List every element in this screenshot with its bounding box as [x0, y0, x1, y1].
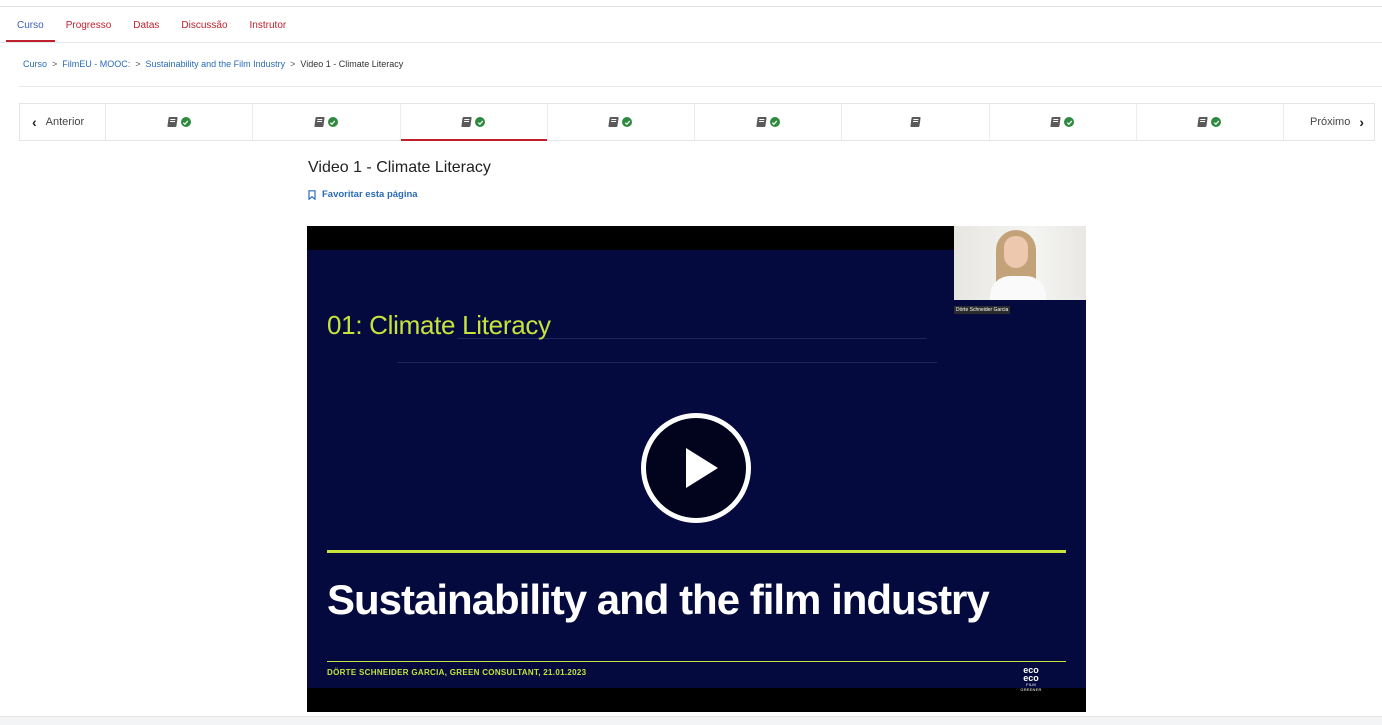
- breadcrumb-current: Video 1 - Climate Literacy: [300, 59, 404, 69]
- sequence-items: [106, 104, 1284, 141]
- slide-faint-line: [457, 338, 927, 339]
- book-icon: [1197, 117, 1209, 127]
- slide-title: Sustainability and the film industry: [327, 576, 990, 623]
- next-button[interactable]: Próximo ›: [1284, 104, 1374, 140]
- course-tabs: Curso Progresso Datas Discussão Instruto…: [6, 8, 297, 42]
- video-player[interactable]: 01: Climate Literacy Sustainability and …: [307, 226, 1086, 712]
- check-icon: [327, 117, 338, 127]
- logo-text-bottom: eco: [1023, 673, 1039, 683]
- tab-progresso[interactable]: Progresso: [55, 8, 123, 42]
- check-icon: [180, 117, 191, 127]
- sequence-item[interactable]: [548, 104, 695, 140]
- presenter-face: [1004, 236, 1028, 268]
- tab-curso[interactable]: Curso: [6, 8, 55, 42]
- webcam-name-label: Dörte Schneider Garcia: [954, 306, 1011, 314]
- slide-heading: 01: Climate Literacy: [327, 310, 551, 340]
- check-icon: [1211, 117, 1222, 127]
- breadcrumb: Curso > FilmEU - MOOC: > Sustainability …: [23, 59, 403, 69]
- presenter-webcam: [954, 226, 1086, 300]
- ecoeco-logo: eco eco FILM GREENER: [1019, 666, 1043, 693]
- breadcrumb-course[interactable]: Curso: [23, 59, 47, 69]
- top-bar: [0, 0, 1382, 7]
- tab-discussao[interactable]: Discussão: [170, 8, 238, 42]
- next-label: Próximo: [1309, 116, 1351, 128]
- sequence-item[interactable]: [990, 104, 1137, 140]
- tab-instrutor[interactable]: Instrutor: [239, 8, 298, 42]
- slide-faint-line: [397, 362, 937, 363]
- book-icon: [166, 117, 178, 127]
- sequence-item[interactable]: [695, 104, 843, 140]
- check-icon: [769, 117, 780, 127]
- breadcrumb-subsection[interactable]: Sustainability and the Film Industry: [146, 59, 286, 69]
- bookmark-label: Favoritar esta página: [322, 189, 418, 200]
- breadcrumb-section[interactable]: FilmEU - MOOC:: [62, 59, 130, 69]
- bottom-bar: [0, 716, 1382, 725]
- sequence-item[interactable]: [842, 104, 990, 140]
- play-icon[interactable]: [641, 413, 751, 523]
- book-icon: [314, 117, 325, 127]
- chevron-left-icon: ‹: [32, 114, 37, 130]
- breadcrumb-separator: >: [52, 59, 58, 69]
- previous-label: Anterior: [45, 116, 85, 128]
- breadcrumb-separator: >: [135, 59, 141, 69]
- slide-divider: [327, 550, 1066, 553]
- bookmark-icon: [308, 189, 316, 200]
- book-icon: [755, 117, 767, 127]
- check-icon: [622, 117, 633, 127]
- presenter-body: [990, 276, 1046, 300]
- bookmark-button[interactable]: Favoritar esta página: [308, 189, 418, 200]
- sequence-item[interactable]: [1137, 104, 1284, 140]
- logo-small-text: FILM GREENER: [1020, 682, 1042, 692]
- tab-datas[interactable]: Datas: [122, 8, 170, 42]
- check-icon: [475, 117, 486, 127]
- unit-title: Video 1 - Climate Literacy: [308, 159, 491, 176]
- sequence-item[interactable]: [400, 104, 548, 141]
- slide-divider-thin: [327, 661, 1066, 662]
- chevron-right-icon: ›: [1359, 114, 1364, 130]
- book-icon: [608, 117, 620, 127]
- nav-divider: [0, 42, 1382, 43]
- book-icon: [461, 117, 472, 127]
- previous-button[interactable]: ‹ Anterior: [20, 104, 106, 140]
- play-triangle: [686, 448, 718, 488]
- breadcrumb-divider: [18, 86, 1382, 87]
- sequence-navigation: ‹ Anterior Próximo ›: [19, 103, 1375, 141]
- breadcrumb-separator: >: [290, 59, 296, 69]
- sequence-item[interactable]: [106, 104, 254, 140]
- book-icon: [1050, 117, 1061, 127]
- slide-credit: DÖRTE SCHNEIDER GARCIA, GREEN CONSULTANT…: [327, 668, 587, 677]
- sequence-item[interactable]: [253, 104, 401, 140]
- check-icon: [1064, 117, 1075, 127]
- book-icon: [910, 117, 921, 127]
